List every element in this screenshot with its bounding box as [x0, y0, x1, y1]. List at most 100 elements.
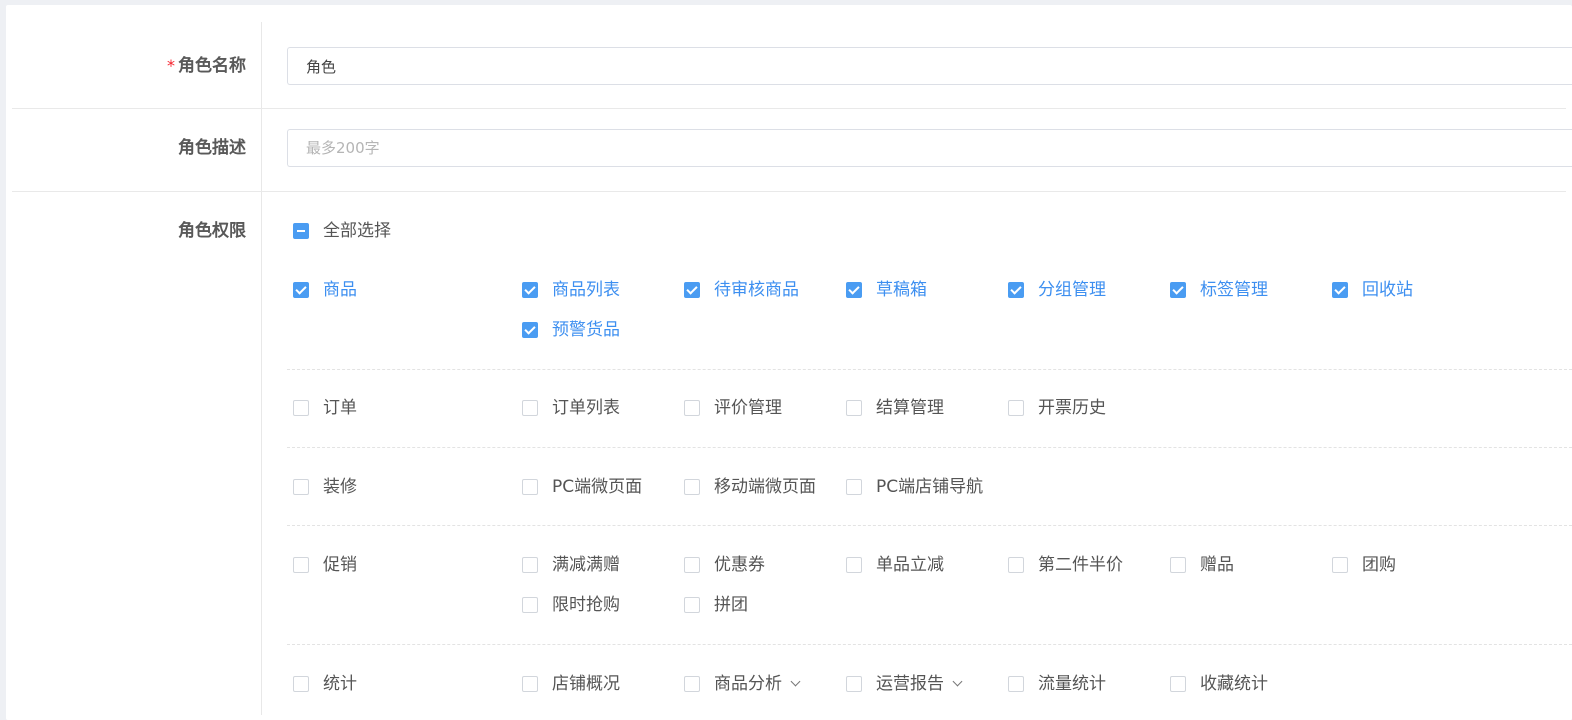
unchecked-checkbox-icon: [1170, 557, 1186, 573]
checked-checkbox-icon: [1170, 282, 1186, 298]
permission-item-checkbox[interactable]: 商品分析: [684, 673, 801, 695]
checked-checkbox-icon: [846, 282, 862, 298]
permission-item-checkbox[interactable]: 店铺概况: [522, 673, 620, 695]
checked-checkbox-icon: [684, 282, 700, 298]
permission-item-checkbox-label: 开票历史: [1038, 398, 1106, 418]
permission-item-checkbox-label: 团购: [1362, 555, 1396, 575]
permission-item-checkbox[interactable]: 结算管理: [846, 397, 944, 419]
unchecked-checkbox-icon: [684, 676, 700, 692]
permission-item-checkbox[interactable]: 回收站: [1332, 279, 1413, 301]
permission-item-checkbox-label: 店铺概况: [552, 674, 620, 694]
permission-item-checkbox[interactable]: 团购: [1332, 554, 1396, 576]
permission-item-checkbox-label: 第二件半价: [1038, 555, 1123, 575]
unchecked-checkbox-icon: [522, 597, 538, 613]
permission-item-checkbox[interactable]: 草稿箱: [846, 279, 927, 301]
role-name-input[interactable]: [287, 47, 1572, 85]
permission-item-checkbox[interactable]: 限时抢购: [522, 594, 620, 616]
indeterminate-checkbox-icon: [293, 223, 309, 239]
unchecked-checkbox-icon: [293, 557, 309, 573]
role-permissions-label: 角色权限: [178, 221, 246, 241]
unchecked-checkbox-icon: [1332, 557, 1348, 573]
permission-item-checkbox-label: 优惠券: [714, 555, 765, 575]
permission-item-checkbox[interactable]: 满减满赠: [522, 554, 620, 576]
select-all-checkbox[interactable]: 全部选择: [293, 220, 391, 242]
checked-checkbox-icon: [522, 322, 538, 338]
permission-group-checkbox[interactable]: 订单: [293, 397, 357, 419]
unchecked-checkbox-icon: [1008, 400, 1024, 416]
unchecked-checkbox-icon: [846, 676, 862, 692]
unchecked-checkbox-icon: [1008, 557, 1024, 573]
permission-group-checkbox-label: 订单: [323, 398, 357, 418]
role-description-input[interactable]: [287, 129, 1572, 167]
permission-item-checkbox-label: 待审核商品: [714, 280, 799, 300]
row-divider: [12, 108, 1566, 109]
permission-group-checkbox-label: 装修: [323, 477, 357, 497]
unchecked-checkbox-icon: [846, 400, 862, 416]
role-name-label-text: 角色名称: [178, 56, 246, 76]
permission-item-checkbox-label: 商品列表: [552, 280, 620, 300]
permission-item-checkbox[interactable]: 拼团: [684, 594, 748, 616]
permission-item-checkbox-label: 限时抢购: [552, 595, 620, 615]
permission-item-checkbox[interactable]: 收藏统计: [1170, 673, 1268, 695]
unchecked-checkbox-icon: [293, 479, 309, 495]
role-description-label: 角色描述: [178, 138, 246, 158]
permission-item-checkbox-label: 收藏统计: [1200, 674, 1268, 694]
permission-item-checkbox[interactable]: 标签管理: [1170, 279, 1268, 301]
permission-item-checkbox-label: 标签管理: [1200, 280, 1268, 300]
chevron-down-icon[interactable]: [952, 676, 963, 687]
permission-item-checkbox[interactable]: 第二件半价: [1008, 554, 1123, 576]
permission-item-checkbox[interactable]: 运营报告: [846, 673, 963, 695]
permission-group-checkbox[interactable]: 商品: [293, 279, 357, 301]
permission-item-checkbox[interactable]: 移动端微页面: [684, 476, 816, 498]
checked-checkbox-icon: [293, 282, 309, 298]
label-column: [12, 22, 262, 715]
chevron-down-icon[interactable]: [790, 676, 801, 687]
unchecked-checkbox-icon: [846, 479, 862, 495]
permission-group-checkbox[interactable]: 促销: [293, 554, 357, 576]
unchecked-checkbox-icon: [522, 400, 538, 416]
permission-group-checkbox[interactable]: 装修: [293, 476, 357, 498]
group-divider: [287, 447, 1572, 448]
permission-group-checkbox[interactable]: 统计: [293, 673, 357, 695]
permission-item-checkbox-label: PC端微页面: [552, 477, 643, 497]
group-divider: [287, 369, 1572, 370]
unchecked-checkbox-icon: [522, 479, 538, 495]
permission-group-checkbox-label: 统计: [323, 674, 357, 694]
permission-item-checkbox[interactable]: 分组管理: [1008, 279, 1106, 301]
permission-item-checkbox-label: 评价管理: [714, 398, 782, 418]
checked-checkbox-icon: [1332, 282, 1348, 298]
permission-item-checkbox-label: 单品立减: [876, 555, 944, 575]
permission-item-checkbox-label: 分组管理: [1038, 280, 1106, 300]
unchecked-checkbox-icon: [522, 676, 538, 692]
permission-item-checkbox[interactable]: 订单列表: [522, 397, 620, 419]
permission-item-checkbox-label: 流量统计: [1038, 674, 1106, 694]
permission-item-checkbox-label: PC端店铺导航: [876, 477, 984, 497]
row-divider: [12, 191, 1566, 192]
permission-item-checkbox[interactable]: PC端微页面: [522, 476, 642, 498]
permission-item-checkbox[interactable]: 赠品: [1170, 554, 1234, 576]
group-divider: [287, 644, 1572, 645]
permission-item-checkbox-label: 赠品: [1200, 555, 1234, 575]
permission-item-checkbox[interactable]: 流量统计: [1008, 673, 1106, 695]
permission-item-checkbox-label: 预警货品: [552, 320, 620, 340]
permission-item-checkbox[interactable]: 商品列表: [522, 279, 620, 301]
permission-item-checkbox-label: 运营报告: [876, 674, 944, 694]
unchecked-checkbox-icon: [846, 557, 862, 573]
permission-item-checkbox[interactable]: 待审核商品: [684, 279, 799, 301]
checked-checkbox-icon: [1008, 282, 1024, 298]
permission-item-checkbox-label: 商品分析: [714, 674, 782, 694]
permission-item-checkbox[interactable]: 开票历史: [1008, 397, 1106, 419]
permission-item-checkbox[interactable]: 单品立减: [846, 554, 944, 576]
role-name-label: * 角色名称: [6, 55, 246, 77]
permission-item-checkbox[interactable]: 优惠券: [684, 554, 765, 576]
permission-item-checkbox[interactable]: PC端店铺导航: [846, 476, 983, 498]
permission-item-checkbox[interactable]: 预警货品: [522, 319, 620, 341]
permission-group-checkbox-label: 商品: [323, 280, 357, 300]
unchecked-checkbox-icon: [1008, 676, 1024, 692]
unchecked-checkbox-icon: [293, 400, 309, 416]
unchecked-checkbox-icon: [684, 597, 700, 613]
permission-item-checkbox[interactable]: 评价管理: [684, 397, 782, 419]
permission-item-checkbox-label: 订单列表: [552, 398, 620, 418]
permission-item-checkbox-label: 满减满赠: [552, 555, 620, 575]
unchecked-checkbox-icon: [522, 557, 538, 573]
